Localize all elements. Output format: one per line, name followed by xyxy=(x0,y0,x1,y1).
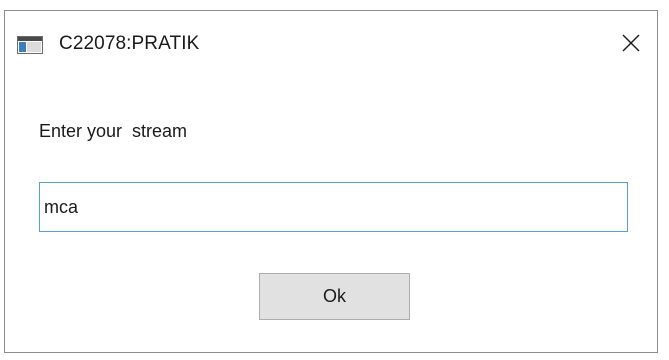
prompt-label: Enter your stream xyxy=(39,121,188,141)
stream-input[interactable] xyxy=(39,182,628,232)
close-button[interactable] xyxy=(605,11,657,79)
input-dialog-window: C22078:PRATIK Enter your stream Ok xyxy=(4,10,658,353)
ok-button[interactable]: Ok xyxy=(259,273,410,320)
window-title: C22078:PRATIK xyxy=(59,33,200,54)
close-icon xyxy=(622,34,640,57)
window-app-icon xyxy=(17,36,43,54)
title-bar[interactable]: C22078:PRATIK xyxy=(5,11,657,79)
